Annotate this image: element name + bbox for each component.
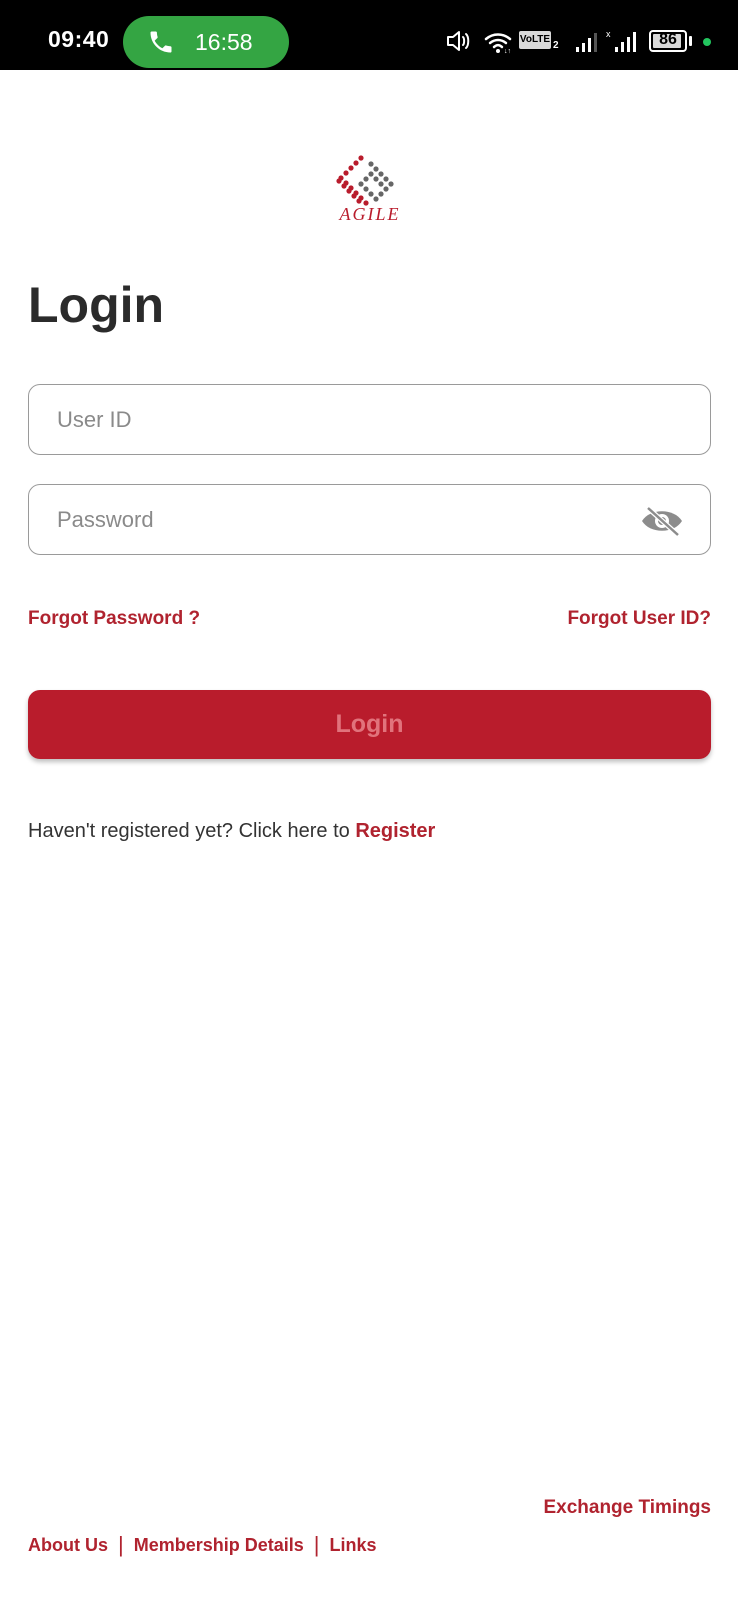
logo-dot (353, 160, 359, 166)
password-field[interactable] (28, 484, 711, 555)
page-title: Login (28, 277, 165, 333)
logo-dot (358, 155, 364, 161)
logo-dot (378, 181, 384, 187)
wifi-icon: ↓↑ (484, 33, 512, 54)
logo-dot (378, 171, 384, 177)
clock: 09:40 (48, 26, 110, 52)
logo-dot (373, 196, 379, 202)
footer-separator: | (313, 1532, 320, 1557)
password-input[interactable] (29, 485, 710, 554)
user-id-input[interactable] (29, 385, 710, 454)
svg-text:x: x (606, 29, 611, 39)
logo-dot (383, 176, 389, 182)
logo-dot (356, 198, 362, 204)
logo-dot (348, 165, 354, 171)
logo-text: AGILE (339, 204, 401, 224)
phone-icon (150, 31, 172, 53)
battery-icon: 86 (649, 30, 687, 52)
signal-icon-sim2: x (606, 29, 636, 52)
forgot-password-link[interactable]: Forgot Password ? (28, 608, 200, 630)
links-link[interactable]: Links (330, 1535, 377, 1556)
user-id-field[interactable] (28, 384, 711, 455)
volte-icon: VoLTE (519, 31, 551, 49)
volume-icon (447, 31, 470, 51)
logo-dot (368, 161, 374, 167)
forgot-user-id-link[interactable]: Forgot User ID? (567, 608, 711, 630)
logo-dot (368, 171, 374, 177)
logo-dot (346, 188, 352, 194)
logo-dot (336, 178, 342, 184)
battery-level: 86 (659, 31, 677, 48)
footer-separator: | (118, 1532, 124, 1557)
membership-details-link[interactable]: Membership Details (134, 1535, 304, 1556)
register-prompt-text: Haven't registered yet? Click here to (28, 820, 356, 842)
volte-sim-number: 2 (553, 40, 559, 51)
logo-dot (373, 166, 379, 172)
status-bar: 09:40 16:58 ↓↑ VoLTE 2 x 86 (0, 0, 738, 70)
eye-slash-icon[interactable] (640, 505, 684, 537)
logo-dot (383, 186, 389, 192)
logo-dot (373, 176, 379, 182)
register-prompt: Haven't registered yet? Click here to Re… (28, 820, 435, 843)
footer-links: About Us | Membership Details | Links (28, 1532, 377, 1558)
logo-dot (358, 181, 364, 187)
signal-icon-sim1 (576, 33, 597, 52)
ongoing-call-chip[interactable]: 16:58 (123, 16, 289, 68)
notification-dot (703, 38, 711, 46)
login-button[interactable]: Login (28, 690, 711, 759)
about-us-link[interactable]: About Us (28, 1535, 108, 1556)
register-link[interactable]: Register (355, 820, 435, 842)
battery-tip (689, 36, 692, 46)
logo-dot (343, 170, 349, 176)
logo-dot (368, 191, 374, 197)
logo-dot (363, 176, 369, 182)
logo-dot (341, 183, 347, 189)
call-duration: 16:58 (195, 29, 253, 55)
logo-dot (363, 186, 369, 192)
logo-dot (351, 193, 357, 199)
exchange-timings-link[interactable]: Exchange Timings (543, 1497, 711, 1519)
svg-text:↓↑: ↓↑ (504, 48, 511, 54)
logo-dot (388, 181, 394, 187)
logo-dot (378, 191, 384, 197)
